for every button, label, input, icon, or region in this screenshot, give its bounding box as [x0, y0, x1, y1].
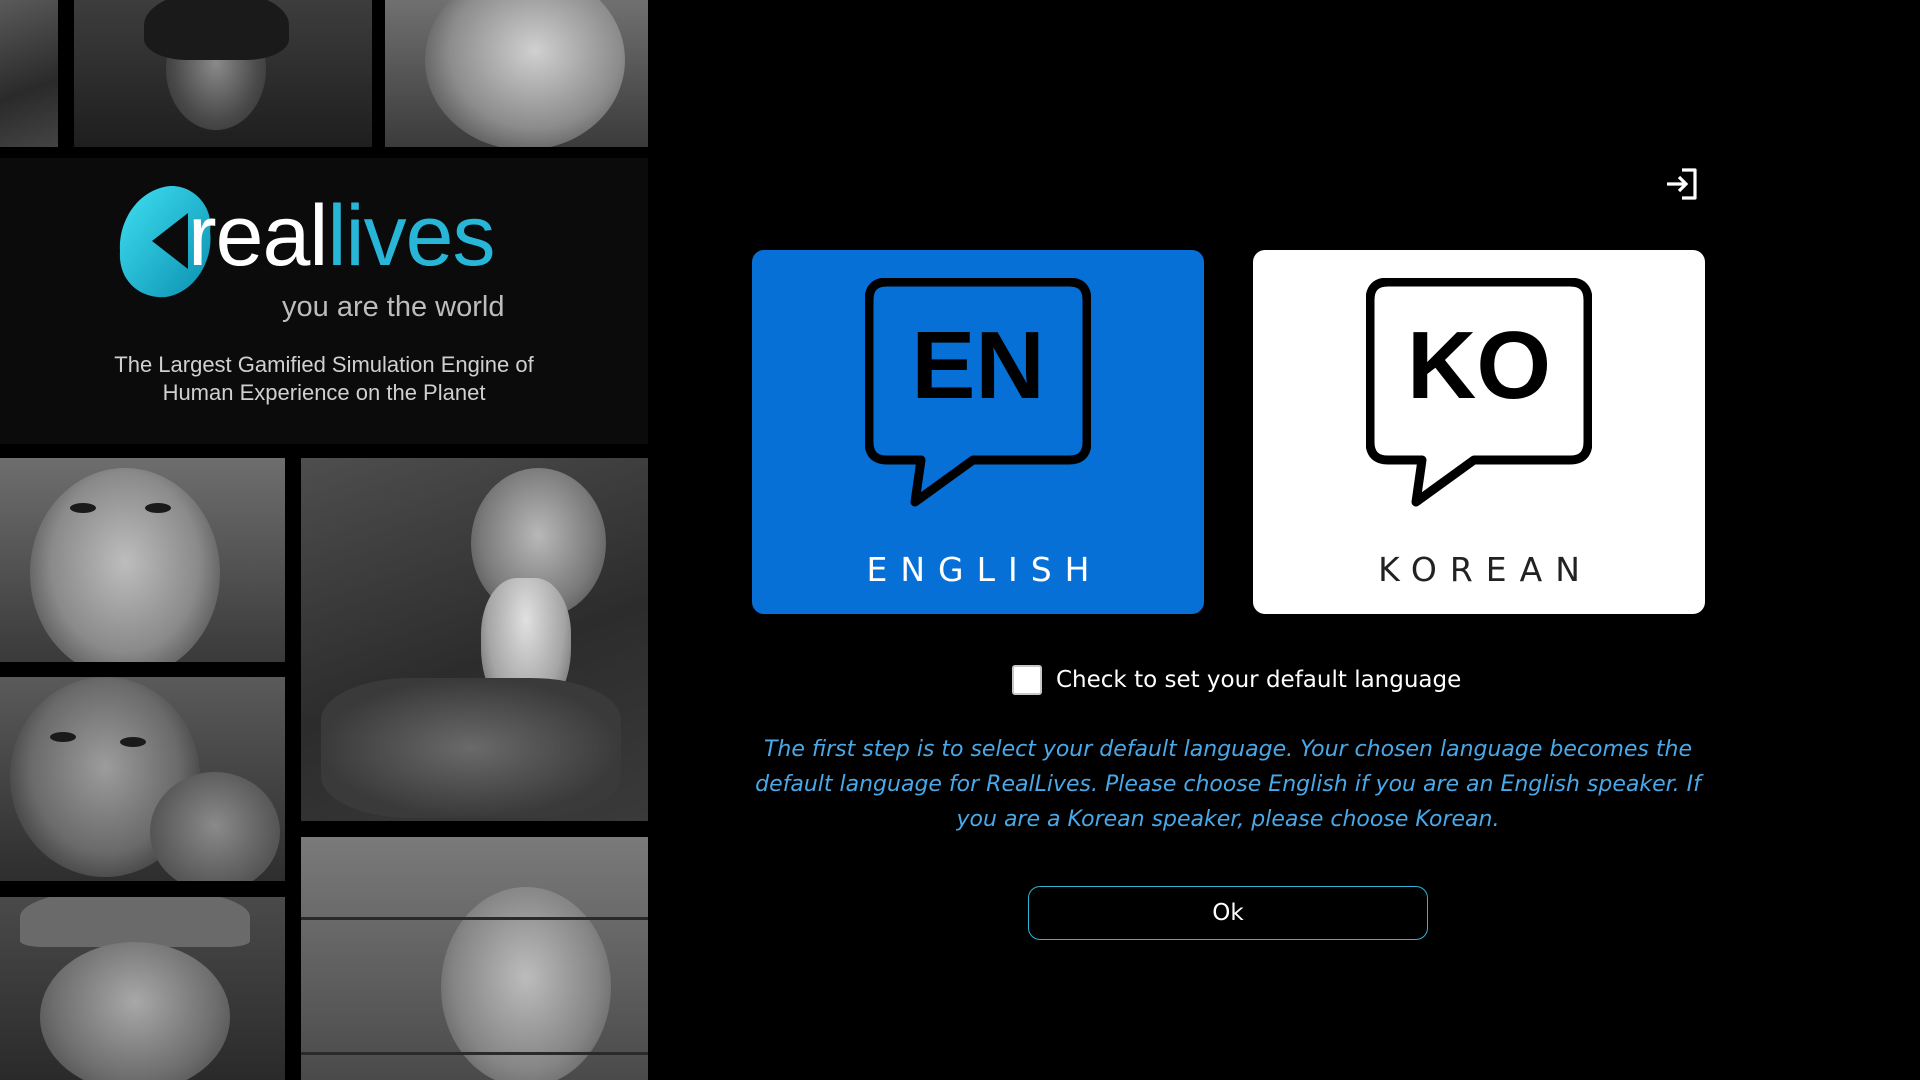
default-language-row[interactable]: Check to set your default language: [1012, 663, 1461, 697]
photo-tile-6: [0, 677, 285, 881]
photo-tile-4: [0, 458, 285, 662]
sign-in-icon[interactable]: [1664, 166, 1700, 202]
brand-wordmark: reallives: [188, 193, 495, 279]
photo-collage-panel: reallives you are the world The Largest …: [0, 0, 648, 1080]
photo-tile-7: [0, 897, 285, 1080]
brand-name-part1: real: [188, 188, 328, 284]
photo-tile-8: [301, 837, 648, 1080]
brand-tagline: you are the world: [282, 291, 505, 323]
ok-button[interactable]: Ok: [1028, 886, 1428, 940]
photo-tile-5: [301, 458, 648, 821]
default-language-checkbox[interactable]: [1012, 665, 1042, 695]
language-code: EN: [911, 312, 1045, 419]
brand-block: reallives you are the world The Largest …: [0, 158, 648, 444]
language-card-korean[interactable]: KO KOREAN: [1253, 250, 1705, 614]
language-card-english[interactable]: EN ENGLISH: [752, 250, 1204, 614]
language-label: KOREAN: [1378, 550, 1593, 589]
photo-tile-2: [74, 0, 372, 147]
photo-tile-3: [385, 0, 648, 147]
language-code: KO: [1407, 312, 1551, 419]
brand-name-part2: lives: [327, 188, 495, 284]
brand-description: The Largest Gamified Simulation Engine o…: [114, 352, 534, 405]
info-text: The first step is to select your default…: [755, 737, 1701, 832]
language-label: ENGLISH: [866, 550, 1103, 589]
photo-tile-1: [0, 0, 58, 147]
default-language-label: Check to set your default language: [1056, 667, 1462, 693]
